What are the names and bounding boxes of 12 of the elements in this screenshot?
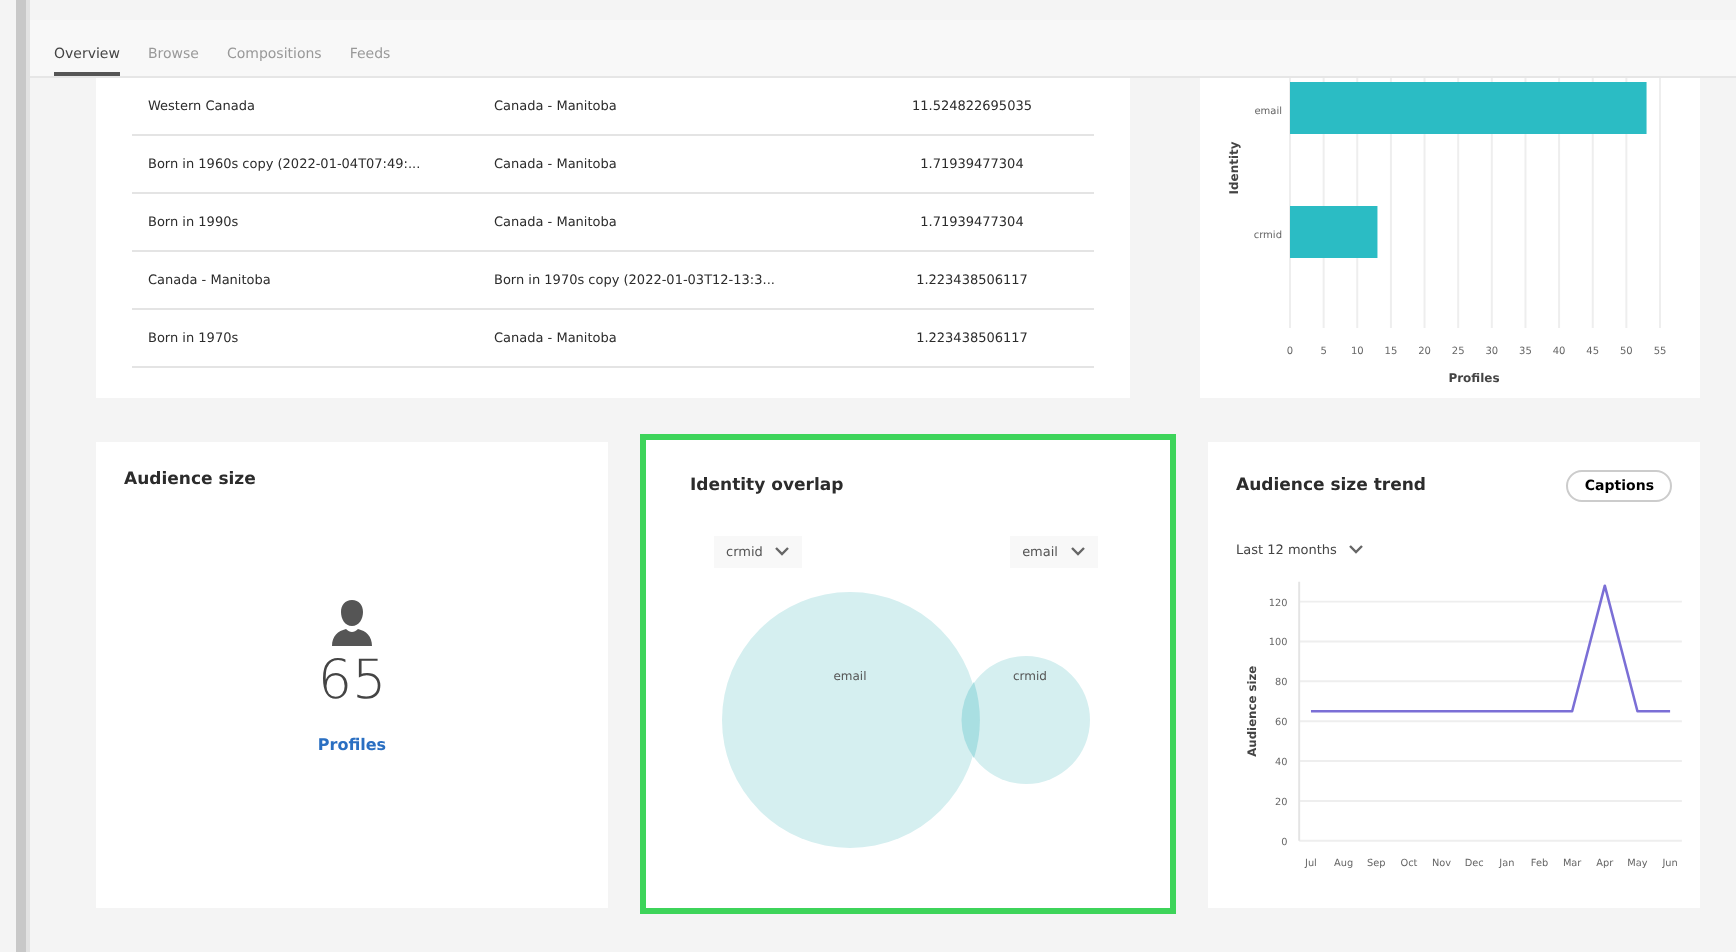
bar	[1290, 206, 1378, 258]
card-title: Identity overlap	[690, 476, 846, 496]
venn-overlap	[961, 682, 980, 758]
chevron-down-icon	[1070, 546, 1086, 558]
card-title: Audience size trend	[1236, 476, 1427, 496]
profile-count: 65	[317, 654, 387, 708]
chevron-down-icon	[774, 546, 791, 558]
card-title: Audience size	[124, 470, 258, 490]
scrollbar[interactable]	[16, 0, 30, 952]
chevron-down-icon	[1348, 544, 1365, 556]
profiles-link[interactable]: Profiles	[317, 736, 387, 754]
person-icon	[330, 598, 374, 646]
